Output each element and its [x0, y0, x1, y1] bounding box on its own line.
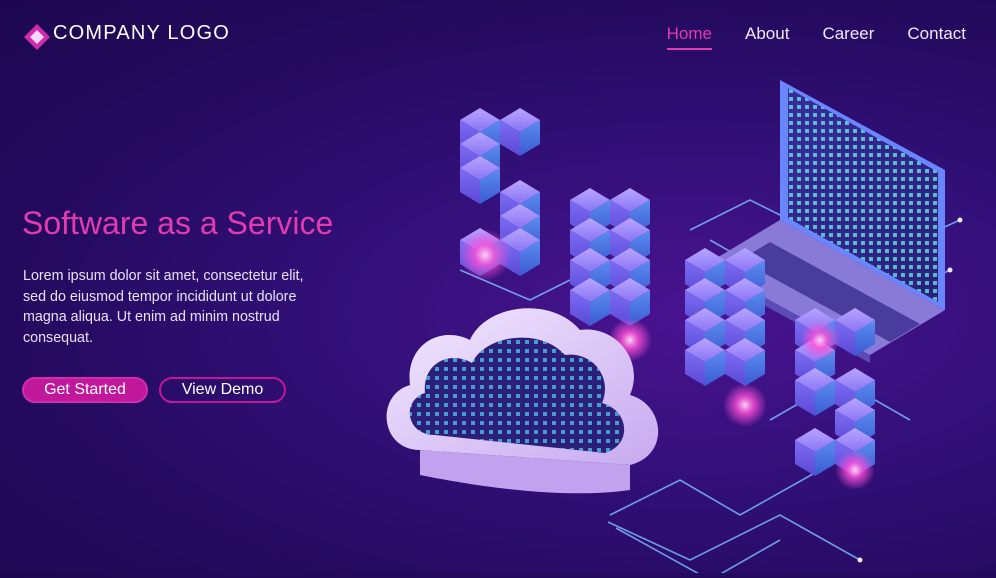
get-started-button[interactable]: Get Started: [22, 377, 148, 403]
letter-s-right: [795, 308, 875, 490]
letter-s-left: [459, 108, 540, 281]
nav-home[interactable]: Home: [666, 24, 712, 50]
nav-career[interactable]: Career: [822, 24, 874, 50]
top-nav: Home About Career Contact: [666, 24, 966, 50]
hero-title: Software as a Service: [22, 205, 334, 241]
letter-a-second: [685, 248, 767, 427]
view-demo-button[interactable]: View Demo: [159, 377, 286, 403]
diamond-logo-icon: [24, 24, 50, 50]
hero-description: Lorem ipsum dolor sit amet, consectetur …: [23, 268, 304, 346]
nav-contact[interactable]: Contact: [907, 24, 966, 50]
saas-illustration: [360, 60, 980, 578]
company-logo[interactable]: COMPANY LOGO: [24, 22, 231, 50]
nav-about[interactable]: About: [745, 24, 789, 50]
logo-text: COMPANY LOGO: [53, 22, 231, 44]
